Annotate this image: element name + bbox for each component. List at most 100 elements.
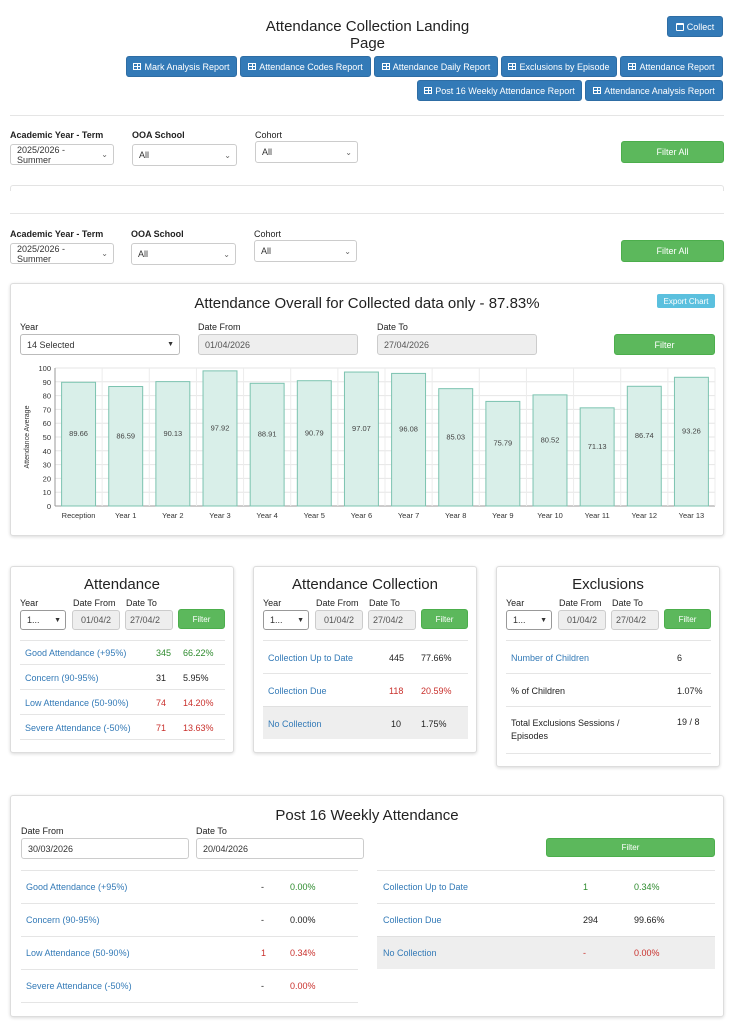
severe-attendance-link[interactable]: Severe Attendance (-50%) xyxy=(26,981,132,991)
y-axis-label: Attendance Average xyxy=(24,405,31,468)
collection-due-count: 118 xyxy=(389,686,404,696)
bar xyxy=(391,372,427,507)
collection-due-pct: 99.66% xyxy=(634,915,665,925)
divider xyxy=(21,903,358,904)
table-icon xyxy=(248,63,257,70)
data-label: 86.74 xyxy=(635,431,654,440)
data-label: 90.13 xyxy=(163,429,182,438)
academic-year-label: Academic Year - Term xyxy=(10,130,104,140)
caret-down-icon: ▼ xyxy=(167,341,174,348)
low-attendance-link[interactable]: Low Attendance (50-90%) xyxy=(26,948,130,958)
divider xyxy=(20,640,225,641)
bar xyxy=(296,380,332,507)
year-label: Year xyxy=(263,598,282,608)
x-tick-label: Year 2 xyxy=(162,511,183,520)
divider xyxy=(506,673,711,674)
filter-button[interactable]: Filter xyxy=(178,609,225,629)
date-to-input[interactable]: 27/04/2 xyxy=(611,610,659,630)
good-attendance-link[interactable]: Good Attendance (+95%) xyxy=(26,882,127,892)
calendar-icon xyxy=(675,22,684,31)
low-attendance-pct: 0.34% xyxy=(290,948,316,958)
date-to-input[interactable]: 27/04/2 xyxy=(125,610,173,630)
export-chart-button[interactable]: Export Chart xyxy=(657,294,715,308)
y-tick-label: 50 xyxy=(43,433,51,442)
report-label: Attendance Daily Report xyxy=(392,61,491,72)
date-from-label: Date From xyxy=(316,598,359,608)
filter-button[interactable]: Filter xyxy=(546,838,715,857)
concern-pct: 0.00% xyxy=(290,915,316,925)
divider xyxy=(506,640,711,641)
filter-button[interactable]: Filter xyxy=(421,609,468,629)
low-attendance-count: 1 xyxy=(261,948,267,958)
severe-attendance-link[interactable]: Severe Attendance (-50%) xyxy=(25,723,131,733)
filter-all-button[interactable]: Filter All xyxy=(621,141,724,163)
ooa-school-select[interactable]: All ⌄ xyxy=(131,243,236,265)
severe-attendance-pct: 13.63% xyxy=(183,723,214,733)
x-tick-label: Year 5 xyxy=(304,511,325,520)
bar xyxy=(626,385,662,507)
date-to-input[interactable]: 27/04/2026 xyxy=(377,334,537,355)
collection-due-link[interactable]: Collection Due xyxy=(268,686,327,696)
severe-attendance-pct: 0.00% xyxy=(290,981,316,991)
table-icon xyxy=(133,63,142,70)
post16-weekly-report-button[interactable]: Post 16 Weekly Attendance Report xyxy=(417,80,582,101)
concern-link[interactable]: Concern (90-95%) xyxy=(25,673,99,683)
attendance-daily-report-button[interactable]: Attendance Daily Report xyxy=(374,56,498,77)
divider xyxy=(21,870,358,871)
number-of-children-link[interactable]: Number of Children xyxy=(511,653,589,663)
attendance-codes-report-button[interactable]: Attendance Codes Report xyxy=(240,56,371,77)
exclusions-by-episode-button[interactable]: Exclusions by Episode xyxy=(501,56,617,77)
date-from-input[interactable]: 01/04/2 xyxy=(315,610,363,630)
concern-count: 31 xyxy=(156,673,167,683)
attendance-report-button[interactable]: Attendance Report xyxy=(620,56,723,77)
year-label: Year xyxy=(20,598,39,608)
date-from-input[interactable]: 01/04/2 xyxy=(558,610,606,630)
year-value: 14 Selected xyxy=(27,339,75,350)
date-from-label: Date From xyxy=(73,598,116,608)
severe-attendance-count: 71 xyxy=(156,723,167,733)
date-from-input[interactable]: 01/04/2 xyxy=(72,610,120,630)
data-label: 88.91 xyxy=(258,430,277,439)
concern-link[interactable]: Concern (90-95%) xyxy=(26,915,100,925)
y-tick-label: 20 xyxy=(43,474,51,483)
bar xyxy=(61,381,97,507)
cohort-value: All xyxy=(262,147,273,157)
collection-up-to-date-link[interactable]: Collection Up to Date xyxy=(268,653,353,663)
date-to-input[interactable]: 20/04/2026 xyxy=(196,838,364,859)
data-label: 90.79 xyxy=(305,428,324,437)
academic-year-select[interactable]: 2025/2026 - Summer ⌄ xyxy=(10,144,114,165)
year-select[interactable]: 1... ▼ xyxy=(263,610,309,630)
collection-due-link[interactable]: Collection Due xyxy=(383,915,442,925)
year-select[interactable]: 1... ▼ xyxy=(20,610,66,630)
bar xyxy=(343,371,379,507)
y-tick-label: 60 xyxy=(43,419,51,428)
cohort-select[interactable]: All ⌄ xyxy=(254,240,357,262)
mark-analysis-report-button[interactable]: Mark Analysis Report xyxy=(126,56,237,77)
collect-button[interactable]: Collect xyxy=(667,16,723,37)
table-icon xyxy=(593,87,602,94)
ooa-school-select[interactable]: All ⌄ xyxy=(132,144,237,166)
collection-up-to-date-link[interactable]: Collection Up to Date xyxy=(383,882,468,892)
filter-button[interactable]: Filter xyxy=(664,609,711,629)
cohort-select[interactable]: All ⌄ xyxy=(255,141,358,163)
no-collection-link[interactable]: No Collection xyxy=(383,948,437,958)
y-tick-label: 40 xyxy=(43,447,51,456)
date-to-input[interactable]: 27/04/2 xyxy=(368,610,416,630)
good-attendance-link[interactable]: Good Attendance (+95%) xyxy=(25,648,126,658)
attendance-title: Attendance xyxy=(84,576,160,593)
attendance-analysis-report-button[interactable]: Attendance Analysis Report xyxy=(585,80,723,101)
year-label: Year xyxy=(20,322,39,332)
low-attendance-link[interactable]: Low Attendance (50-90%) xyxy=(25,698,129,708)
date-from-input[interactable]: 30/03/2026 xyxy=(21,838,189,859)
number-of-children-value: 6 xyxy=(677,653,683,663)
report-label: Attendance Report xyxy=(639,61,715,72)
year-select[interactable]: 1... ▼ xyxy=(506,610,552,630)
divider xyxy=(377,903,715,904)
filter-button[interactable]: Filter xyxy=(614,334,715,355)
divider xyxy=(263,640,468,641)
academic-year-select[interactable]: 2025/2026 - Summer ⌄ xyxy=(10,243,114,264)
no-collection-link[interactable]: No Collection xyxy=(268,719,322,729)
date-from-input[interactable]: 01/04/2026 xyxy=(198,334,358,355)
year-select[interactable]: 14 Selected ▼ xyxy=(20,334,180,355)
filter-all-button[interactable]: Filter All xyxy=(621,240,724,262)
